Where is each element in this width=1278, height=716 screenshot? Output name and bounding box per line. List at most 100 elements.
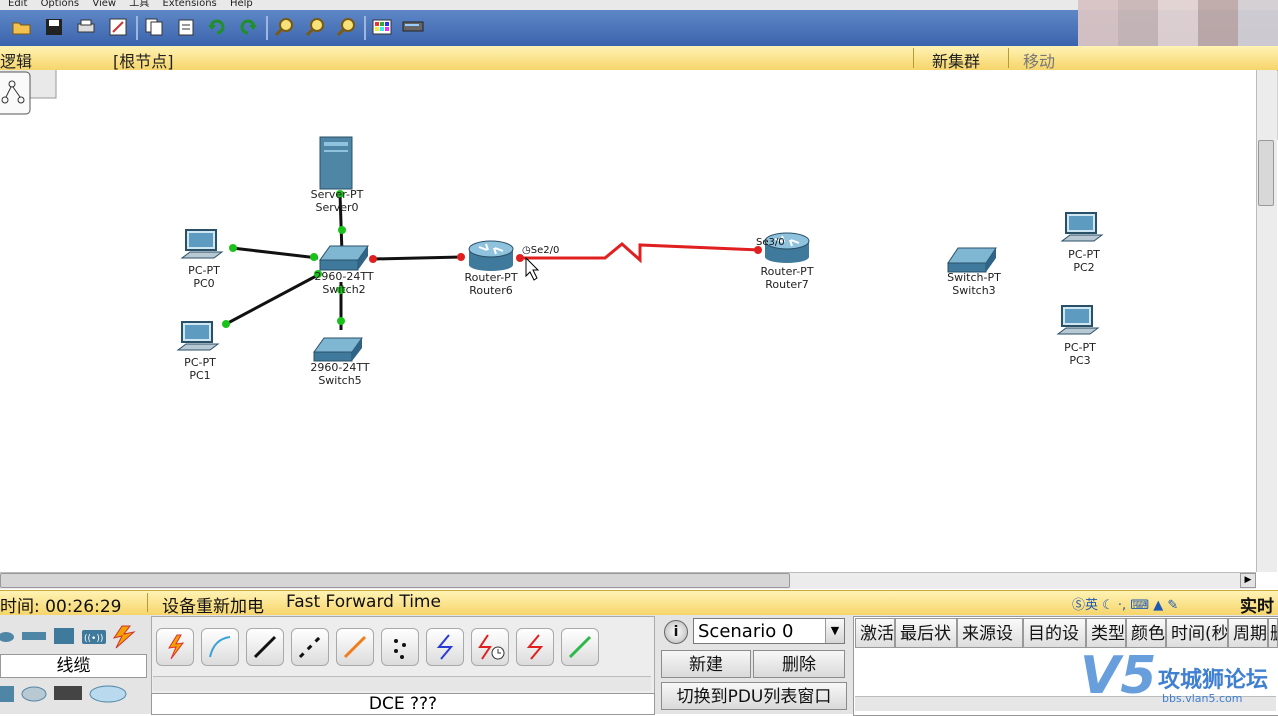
print-icon[interactable]: [74, 15, 98, 39]
menu-item-extensions[interactable]: Extensions: [162, 0, 216, 9]
router6-icon[interactable]: [468, 240, 514, 271]
port-label-se2-0: ◷Se2/0: [522, 245, 560, 256]
realtime-mode-label[interactable]: 实时: [1240, 592, 1274, 617]
pc1-label: PC-PT PC1: [184, 356, 216, 382]
link-pc1-switch2: [225, 273, 319, 326]
pdu-column-header[interactable]: 目的设: [1023, 618, 1086, 648]
coaxial-cable-button[interactable]: [426, 628, 464, 666]
status-bar: 时间: 00:26:29 设备重新加电 Fast Forward Time Ⓢ英…: [0, 590, 1278, 617]
scenario-select[interactable]: Scenario 0 ▼: [693, 618, 845, 644]
activity-wizard-icon[interactable]: [106, 15, 130, 39]
pdu-column-header[interactable]: 激活: [855, 618, 895, 648]
chevron-down-icon[interactable]: ▼: [825, 619, 844, 643]
server0-label: Server-PT Server0: [310, 188, 364, 214]
workspace-navigator-icon[interactable]: [0, 70, 57, 115]
switch5-icon[interactable]: [313, 337, 363, 362]
wan-emulation-icon[interactable]: [89, 685, 127, 703]
console-cable-button[interactable]: [201, 628, 239, 666]
wireless-category-icon[interactable]: ((•)): [82, 630, 106, 644]
auto-cable-button[interactable]: [156, 628, 194, 666]
zoom-out-icon[interactable]: [334, 15, 358, 39]
menu-item-tools[interactable]: 工具: [129, 0, 149, 9]
undo-icon[interactable]: [205, 15, 229, 39]
mouse-cursor-icon: [525, 256, 540, 281]
phone-cable-button[interactable]: [381, 628, 419, 666]
zoom-reset-icon[interactable]: [303, 15, 327, 39]
new-scenario-button[interactable]: 新建: [661, 650, 751, 678]
watermark-logo: V5: [1080, 646, 1157, 706]
open-folder-icon[interactable]: [10, 15, 34, 39]
switch3-label: Switch-PT Switch3: [947, 271, 1001, 297]
scroll-right-arrow-icon[interactable]: ▶: [1240, 573, 1256, 588]
pc2-icon[interactable]: [1060, 212, 1104, 242]
link-switch2-router6: [372, 255, 463, 261]
router6-label: Router-PT Router6: [464, 271, 518, 297]
octal-cable-button[interactable]: [561, 628, 599, 666]
delete-scenario-button[interactable]: 删除: [753, 650, 845, 678]
pc3-label: PC-PT PC3: [1064, 341, 1096, 367]
pc3-icon[interactable]: [1056, 305, 1100, 335]
scenario-select-value: Scenario 0: [698, 621, 794, 642]
pdu-column-header[interactable]: 来源设: [957, 618, 1023, 648]
hub-category-icon[interactable]: [54, 628, 74, 644]
logical-workspace-bar: 逻辑 [根节点] 新集群 移动: [0, 46, 1278, 71]
router-category-icon[interactable]: [0, 632, 14, 642]
logical-workspace-canvas[interactable]: Server-PT Server0 2960-24TT Switch2 PC-PT P…: [0, 70, 1256, 572]
pc-device-icon[interactable]: [0, 686, 14, 702]
custom-device-icon[interactable]: [401, 15, 425, 39]
switch-category-icon[interactable]: [22, 632, 46, 640]
pdu-column-header[interactable]: 颜色: [1126, 618, 1166, 648]
cable-panel-scrollbar[interactable]: [153, 676, 651, 691]
info-icon[interactable]: i: [664, 620, 688, 644]
serial-dte-cable-button[interactable]: [516, 628, 554, 666]
zoom-in-icon[interactable]: [272, 15, 296, 39]
port-label-se3-0: Se3/0: [756, 237, 785, 248]
cloud-device-icon[interactable]: [21, 686, 47, 702]
new-cluster-button[interactable]: 新集群: [932, 48, 980, 72]
redo-icon[interactable]: [236, 15, 260, 39]
move-object-button[interactable]: 移动: [1023, 48, 1055, 72]
server0-icon[interactable]: [319, 136, 353, 190]
pc1-icon[interactable]: [176, 321, 220, 351]
pc0-icon[interactable]: [180, 229, 224, 259]
logical-mode-label[interactable]: 逻辑: [0, 48, 32, 72]
topology-svg: [0, 70, 1104, 362]
pc0-label: PC-PT PC0: [188, 264, 220, 290]
pdu-column-header[interactable]: 时间(秒: [1166, 618, 1228, 648]
menu-item-edit[interactable]: Edit: [8, 0, 27, 9]
pdu-column-header[interactable]: 类型: [1086, 618, 1126, 648]
elapsed-time-label: 时间: 00:26:29: [0, 597, 122, 617]
pdu-column-header[interactable]: 最后状: [895, 618, 957, 648]
router7-label: Router-PT Router7: [760, 265, 814, 291]
device-subtype-icons: [0, 685, 127, 703]
save-icon[interactable]: [42, 15, 66, 39]
fast-forward-time-button[interactable]: Fast Forward Time: [286, 592, 441, 612]
menu-item-view[interactable]: View: [92, 0, 116, 9]
straight-through-cable-button[interactable]: [246, 628, 284, 666]
crossover-cable-button[interactable]: [291, 628, 329, 666]
power-cycle-devices-button[interactable]: 设备重新加电: [162, 592, 264, 617]
menu-item-options[interactable]: Options: [41, 0, 80, 9]
link-pc0-switch2: [231, 246, 319, 260]
palette-icon[interactable]: [370, 15, 394, 39]
switch5-label: 2960-24TT Switch5: [310, 361, 370, 387]
root-node-label[interactable]: [根节点]: [113, 48, 174, 72]
switch2-icon[interactable]: [319, 245, 369, 271]
toggle-pdu-list-button[interactable]: 切换到PDU列表窗口: [661, 682, 847, 710]
pdu-column-header[interactable]: 删: [1268, 618, 1278, 648]
connections-category-icon[interactable]: [112, 625, 136, 649]
watermark-url: bbs.vlan5.com: [1162, 692, 1243, 705]
vertical-scroll-thumb[interactable]: [1258, 140, 1274, 206]
ime-toolbar-icon[interactable]: Ⓢ英 ☾ ·, ⌨ ▲ ✎: [1072, 594, 1178, 613]
paste-icon[interactable]: [174, 15, 198, 39]
selected-cable-label: DCE ???: [151, 693, 655, 715]
bridge-device-icon[interactable]: [54, 686, 82, 700]
menu-item-help[interactable]: Help: [230, 0, 253, 9]
horizontal-scroll-thumb[interactable]: [0, 573, 790, 588]
copy-icon[interactable]: [142, 15, 166, 39]
switch3-icon[interactable]: [947, 247, 997, 273]
fiber-cable-button[interactable]: [336, 628, 374, 666]
pdu-column-header[interactable]: 周期: [1228, 618, 1268, 648]
serial-dce-cable-button[interactable]: [471, 628, 509, 666]
forum-watermark: V5 攻城狮论坛 bbs.vlan5.com: [1080, 648, 1276, 712]
